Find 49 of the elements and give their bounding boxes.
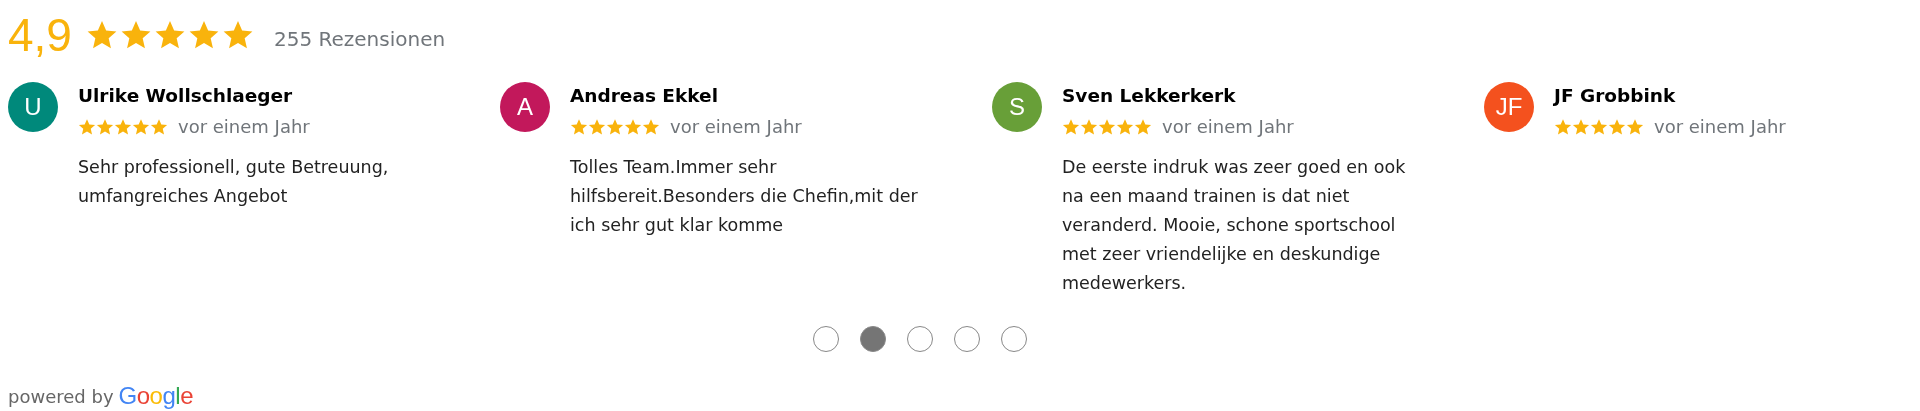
star-icon [1590,117,1608,136]
star-icon [153,19,186,51]
avatar: S [992,82,1042,132]
star-icon [1134,117,1152,136]
star-icon [1608,117,1626,136]
rating-value: 4,9 [8,8,72,62]
review-time: vor einem Jahr [1162,116,1294,137]
reviewer-name: Sven Lekkerkerk [1062,85,1237,106]
avatar: U [8,82,58,132]
star-icon [187,19,220,51]
star-icon [588,117,606,136]
star-icon [114,117,132,136]
pagination-dot[interactable] [954,326,980,352]
star-icon [1116,117,1134,136]
star-icon [119,19,152,51]
star-icon [78,117,96,136]
star-icon [570,117,588,136]
star-icon [85,19,118,51]
review-count: 255 Rezensionen [273,27,446,51]
star-icon [642,117,660,136]
star-icon [221,19,254,51]
star-icon [1080,117,1098,136]
google-logo: Google [118,382,193,410]
star-icon [606,117,624,136]
star-icon [1572,117,1590,136]
reviewer-name: JF Grobbink [1554,85,1677,106]
review-text: De eerste indruk was zeer goed en ook na een maand trainen is dat niet veranderd. Mooie, schone sportschool met zeer vriendelijke en deskundige medewerkers. [1062,156,1407,295]
star-icon [1554,117,1572,136]
avatar: A [500,82,550,132]
star-icon [1062,117,1080,136]
star-icon [1098,117,1116,136]
pagination-dot[interactable] [860,326,886,352]
review-time: vor einem Jahr [1654,116,1786,137]
star-icon [96,117,114,136]
star-icon [150,117,168,136]
pagination-dot[interactable] [1001,326,1027,352]
avatar: JF [1484,82,1534,132]
powered-by-label: powered by [8,385,114,407]
reviewer-name: Ulrike Wollschlaeger [78,85,294,106]
reviewer-name: Andreas Ekkel [570,85,719,106]
review-time: vor einem Jahr [670,116,802,137]
pagination-dot[interactable] [813,326,839,352]
star-icon [132,117,150,136]
review-text: Sehr professionell, gute Betreuung, umfangreiches Angebot [78,156,390,208]
review-text: Tolles Team.Immer sehr hilfsbereit.Besonders die Chefin,mit der ich sehr gut klar komme [570,156,919,237]
star-icon [624,117,642,136]
review-time: vor einem Jahr [178,116,310,137]
pagination-dot[interactable] [907,326,933,352]
star-icon [1626,117,1644,136]
